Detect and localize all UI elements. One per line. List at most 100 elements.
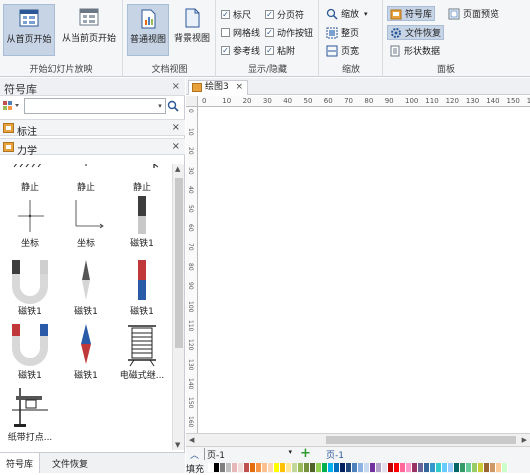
shape-magnet-3[interactable]: 磁铁1 <box>58 258 114 317</box>
action-button-checkbox[interactable]: ✓ 动作按钮 <box>265 26 313 39</box>
panel-group: 符号库 文件恢复 形状数据 页面预览 面板 <box>384 0 508 77</box>
search-icon[interactable] <box>167 100 179 112</box>
grid-check-mark <box>221 28 230 37</box>
bar-magnet-vertical-icon <box>138 196 146 234</box>
shape-label: 坐标 <box>20 239 39 249</box>
ruler-h-label: 140 <box>486 97 500 105</box>
document-tab-close-icon[interactable]: × <box>235 81 243 94</box>
slideshow-start-icon <box>19 9 39 27</box>
symbol-library-panel: 符号库 × ▾ 标注 × 力学 × 静止 静止 静止 坐标 坐标 磁铁1 磁铁1… <box>0 78 185 473</box>
normal-view-icon <box>141 9 156 29</box>
static-support-icon <box>85 164 87 166</box>
section-mechanics[interactable]: 力学 × <box>0 138 185 157</box>
page-width-label: 页宽 <box>341 47 360 57</box>
drawing-icon <box>192 83 202 92</box>
shape-data-button[interactable]: 形状数据 <box>387 43 442 58</box>
ruler-v-label: 50 <box>187 205 194 213</box>
symbol-library-icon <box>390 9 402 19</box>
horizontal-ruler: 0102030405060708090100110120130140150160 <box>198 96 530 107</box>
horizontal-scrollbar[interactable]: ◀ ▶ <box>186 433 530 446</box>
shape-static-3[interactable]: 静止 <box>114 164 170 193</box>
ruler-h-label: 130 <box>465 97 480 105</box>
shape-coordinate-2[interactable]: 坐标 <box>58 194 114 249</box>
color-swatch[interactable] <box>502 463 508 472</box>
horizontal-scroll-thumb[interactable] <box>326 436 516 444</box>
symbol-lib-button[interactable]: 符号库 <box>387 6 436 21</box>
snap-checkbox[interactable]: ✓ 粘附 <box>265 44 295 57</box>
zoom-dropdown-icon: ▾ <box>364 9 368 18</box>
zoom-button[interactable]: 缩放 ▾ <box>324 6 370 21</box>
grid-checkbox[interactable]: 网格线 <box>221 26 260 39</box>
from-current-button[interactable]: 从当前页开始 <box>58 4 120 56</box>
library-icon[interactable] <box>3 100 21 112</box>
shape-ticker-timer[interactable]: 纸带打点... <box>2 384 58 443</box>
shape-panel-scrollbar[interactable]: ▲ ▼ <box>172 164 184 450</box>
whole-page-label: 整页 <box>341 29 360 39</box>
page-nav-up-icon[interactable]: ︿ <box>190 448 199 461</box>
tab-file-recovery[interactable]: 文件恢复 <box>52 457 88 470</box>
shape-magnet-2[interactable]: 磁铁1 <box>2 258 58 317</box>
slideshow-current-icon <box>79 8 99 26</box>
page-break-check-mark: ✓ <box>265 10 274 19</box>
page-break-checkbox[interactable]: ✓ 分页符 <box>265 8 304 21</box>
shape-data-label: 形状数据 <box>404 47 441 57</box>
scroll-up-icon[interactable]: ▲ <box>175 165 180 173</box>
guides-label: 参考线 <box>233 47 261 57</box>
file-recovery-button[interactable]: 文件恢复 <box>387 25 445 40</box>
ruler-h-label: 20 <box>242 97 252 105</box>
shape-grid: 静止 静止 静止 坐标 坐标 磁铁1 磁铁1 磁铁1 磁铁1 磁铁1 磁铁1 电… <box>0 164 172 450</box>
search-dropdown-icon[interactable]: ▾ <box>155 99 165 113</box>
shape-magnet-5[interactable]: 磁铁1 <box>2 322 58 381</box>
page-preview-button[interactable]: 页面预览 <box>446 6 501 21</box>
guides-checkbox[interactable]: ✓ 参考线 <box>221 44 260 57</box>
page-width-button[interactable]: 页宽 <box>324 43 361 58</box>
tab-symbol-library[interactable]: 符号库 <box>0 453 41 473</box>
shape-label: 磁铁1 <box>74 371 98 381</box>
from-start-button[interactable]: 从首页开始 <box>3 4 55 56</box>
scroll-down-icon[interactable]: ▼ <box>175 441 180 449</box>
scroll-thumb[interactable] <box>175 178 183 348</box>
zoom-group-title: 缩放 <box>341 65 360 75</box>
page-tab[interactable]: 页-1 <box>326 448 344 461</box>
ruler-v-label: 160 <box>187 416 194 428</box>
page-break-label: 分页符 <box>277 11 305 21</box>
section-mechanics-close-icon[interactable]: × <box>172 141 180 152</box>
background-view-button[interactable]: 背景视图 <box>171 4 213 56</box>
page-select-value: 页-1 <box>207 451 225 461</box>
shape-relay[interactable]: 电磁式继... <box>114 322 170 381</box>
page-preview-icon <box>448 8 460 19</box>
shape-magnet-4[interactable]: 磁铁1 <box>114 258 170 317</box>
shape-coordinate-1[interactable]: 坐标 <box>2 194 58 249</box>
coordinate-axes-icon <box>18 200 44 232</box>
zoom-group: 缩放 ▾ 整页 页宽 缩放 <box>320 0 383 77</box>
search-input[interactable]: ▾ <box>24 98 166 114</box>
section-annotation[interactable]: 标注 × <box>0 119 185 138</box>
shape-static-2[interactable]: 静止 <box>58 164 114 193</box>
ruler-h-label: 60 <box>323 97 333 105</box>
drawing-canvas[interactable] <box>199 108 530 433</box>
ruler-corner <box>186 96 198 107</box>
page-width-icon <box>326 45 338 56</box>
action-button-label: 动作按钮 <box>277 29 314 39</box>
ruler-v-label: 130 <box>187 358 194 371</box>
add-page-button[interactable]: + <box>300 446 311 461</box>
panel-tabs: 符号库 文件恢复 <box>0 452 185 473</box>
whole-page-button[interactable]: 整页 <box>324 25 361 40</box>
normal-view-button[interactable]: 普通视图 <box>127 4 169 56</box>
shape-static-1[interactable]: 静止 <box>2 164 58 193</box>
document-tab[interactable]: 绘图3 × <box>188 80 248 95</box>
ruler-v-label: 120 <box>187 339 194 351</box>
background-view-label: 背景视图 <box>173 34 210 44</box>
scroll-left-icon[interactable]: ◀ <box>189 436 194 444</box>
shape-label: 静止 <box>132 183 151 193</box>
page-select-dropdown-icon[interactable]: ▾ <box>288 448 292 456</box>
shape-magnet-6[interactable]: 磁铁1 <box>58 322 114 381</box>
panel-close-icon[interactable]: × <box>172 81 180 92</box>
page-select[interactable]: 页-1 ▾ <box>204 448 294 461</box>
scroll-right-icon[interactable]: ▶ <box>522 436 527 444</box>
ruler-checkbox[interactable]: ✓ 标尺 <box>221 8 251 21</box>
ruler-check-mark: ✓ <box>221 10 230 19</box>
ruler-v-label: 90 <box>187 281 194 290</box>
shape-magnet-1[interactable]: 磁铁1 <box>114 194 170 249</box>
section-annotation-close-icon[interactable]: × <box>172 122 180 133</box>
